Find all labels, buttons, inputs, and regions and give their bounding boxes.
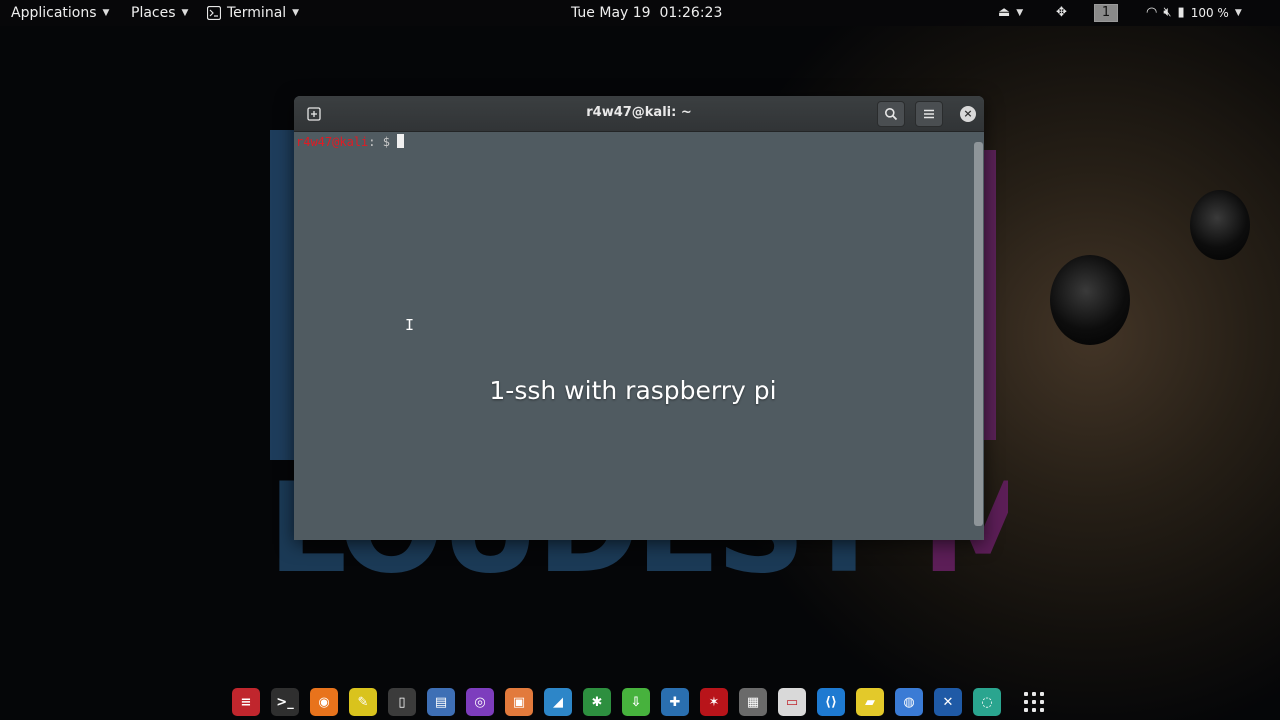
top-panel: Applications ▼ Places ▼ Terminal ▼ Tue M… bbox=[0, 0, 1280, 26]
clock[interactable]: Tue May 19 01:26:23 bbox=[571, 0, 722, 26]
remote-access-icon[interactable]: ◌ bbox=[973, 688, 1001, 716]
file-manager-icon[interactable]: ▤ bbox=[427, 688, 455, 716]
terminal-titlebar[interactable]: r4w47@kali: ~ × bbox=[294, 96, 984, 132]
wireshark-icon[interactable]: ◢ bbox=[544, 688, 572, 716]
chevron-down-icon: ▼ bbox=[1016, 8, 1024, 18]
chrome-icon[interactable]: ◍ bbox=[895, 688, 923, 716]
document-viewer-icon[interactable]: ▭ bbox=[778, 688, 806, 716]
hamburger-icon bbox=[924, 109, 934, 119]
eject-icon: ⏏ bbox=[998, 5, 1011, 20]
wifi-icon: ◠ bbox=[1146, 5, 1158, 20]
clock-label: Tue May 19 01:26:23 bbox=[571, 5, 723, 21]
workspace-indicator[interactable]: 1 bbox=[1094, 0, 1118, 26]
scrollbar-thumb[interactable] bbox=[974, 142, 983, 526]
update-indicator[interactable]: ⏏ ▼ bbox=[998, 0, 1023, 26]
burpsuite-icon[interactable]: ▣ bbox=[505, 688, 533, 716]
kali-tools-icon[interactable]: ≡ bbox=[232, 688, 260, 716]
software-center-icon[interactable]: ⇩ bbox=[622, 688, 650, 716]
dragon-tool-icon[interactable]: ✕ bbox=[934, 688, 962, 716]
system-menu[interactable]: ◠ 🔇︎ ▮ 100 % ▼ bbox=[1146, 0, 1242, 26]
places-menu[interactable]: Places ▼ bbox=[131, 0, 188, 26]
sticky-notes-icon[interactable]: ▰ bbox=[856, 688, 884, 716]
tor-browser-icon[interactable]: ◎ bbox=[466, 688, 494, 716]
wallpaper-purple-strip bbox=[982, 150, 996, 440]
terminal-app-menu-label: Terminal bbox=[227, 5, 287, 21]
show-applications-button[interactable] bbox=[1022, 690, 1046, 714]
ibeam-cursor-icon: I bbox=[405, 316, 415, 334]
close-button[interactable]: × bbox=[960, 106, 976, 122]
chromium-app-icon[interactable]: ✱ bbox=[583, 688, 611, 716]
terminal-icon bbox=[207, 6, 221, 20]
chevron-down-icon: ▼ bbox=[1234, 8, 1242, 18]
screenshot-icon[interactable]: ▦ bbox=[739, 688, 767, 716]
wallpaper-blue-strip bbox=[270, 130, 296, 460]
chevron-down-icon: ▼ bbox=[181, 8, 189, 18]
terminal-window[interactable]: r4w47@kali: ~ × r4w47@kali: $ 1-ssh with… bbox=[294, 96, 984, 540]
firefox-icon[interactable]: ◉ bbox=[310, 688, 338, 716]
vscode-icon[interactable]: ⟨⟩ bbox=[817, 688, 845, 716]
chevron-down-icon: ▼ bbox=[292, 8, 300, 18]
prompt-user: r4w47@kali bbox=[296, 135, 369, 149]
terminal-body[interactable]: r4w47@kali: $ 1-ssh with raspberry pi bbox=[294, 132, 984, 540]
workspace-number: 1 bbox=[1094, 4, 1118, 22]
volume-muted-icon: 🔇︎ bbox=[1163, 5, 1172, 20]
close-icon: × bbox=[963, 107, 973, 120]
search-icon bbox=[885, 108, 898, 121]
network-tool-icon[interactable]: ✚ bbox=[661, 688, 689, 716]
text-editor-icon[interactable]: ✎ bbox=[349, 688, 377, 716]
chevron-down-icon: ▼ bbox=[102, 8, 110, 18]
terminal-app-menu[interactable]: Terminal ▼ bbox=[207, 0, 299, 26]
wallpaper-eye-right bbox=[1190, 190, 1250, 260]
terminal-scrollbar[interactable] bbox=[972, 142, 984, 530]
applications-menu[interactable]: Applications ▼ bbox=[11, 0, 109, 26]
places-menu-label: Places bbox=[131, 5, 176, 21]
dock: ≡ >_ ◉ ✎ ▯ ▤ ◎ ▣ ◢ ✱ ⇩ ✚ ✶ ▦ ▭ ⟨⟩ ▰ ◍ ✕ ◌ bbox=[232, 688, 1001, 716]
wallpaper-eye-left bbox=[1050, 255, 1130, 345]
search-button[interactable] bbox=[877, 101, 905, 127]
prompt-suffix: : $ bbox=[368, 135, 398, 149]
text-cursor bbox=[397, 134, 405, 148]
battery-icon: ▮ bbox=[1177, 5, 1185, 20]
puzzle-icon: ✥ bbox=[1056, 5, 1067, 20]
extensions-indicator[interactable]: ✥ bbox=[1056, 0, 1067, 26]
battery-percent: 100 % bbox=[1190, 6, 1229, 20]
terminal-icon[interactable]: >_ bbox=[271, 688, 299, 716]
armitage-icon[interactable]: ✶ bbox=[700, 688, 728, 716]
shell-prompt: r4w47@kali: $ bbox=[296, 134, 405, 150]
notes-icon[interactable]: ▯ bbox=[388, 688, 416, 716]
applications-menu-label: Applications bbox=[11, 5, 97, 21]
video-caption: 1-ssh with raspberry pi bbox=[489, 376, 777, 405]
hamburger-menu-button[interactable] bbox=[915, 101, 943, 127]
